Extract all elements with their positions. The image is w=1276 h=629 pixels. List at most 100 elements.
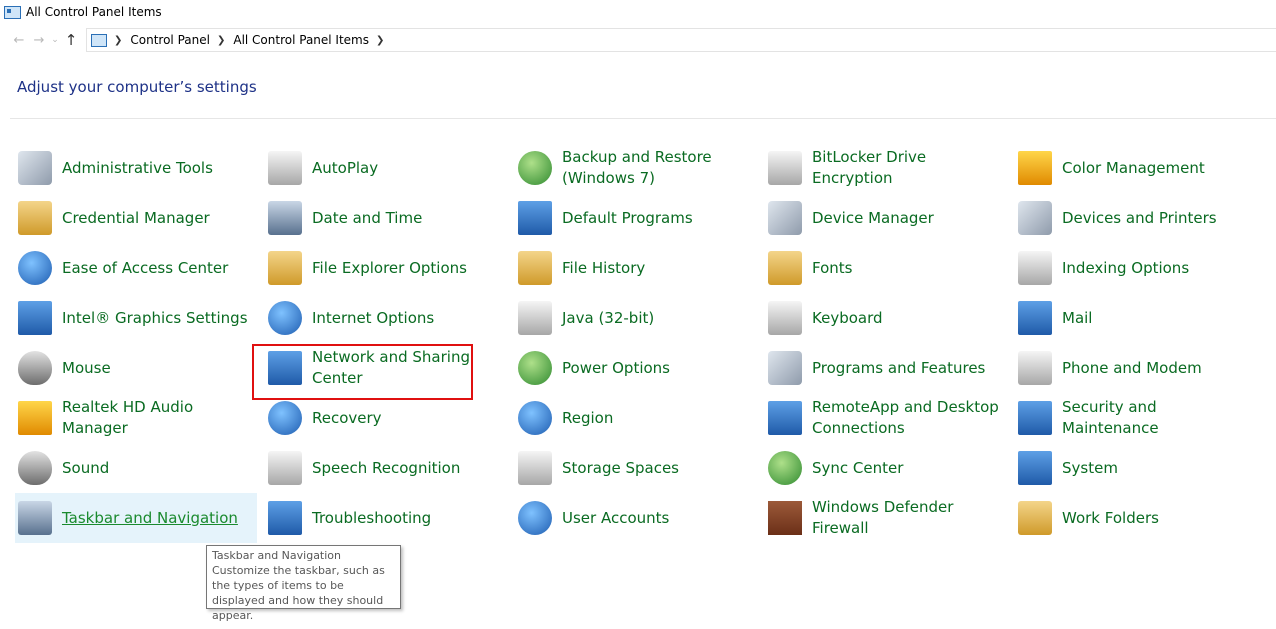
item-file-explorer-options[interactable]: File Explorer Options: [265, 243, 508, 293]
breadcrumb-all-items[interactable]: All Control Panel Items: [233, 33, 369, 47]
item-ease-of-access-center[interactable]: Ease of Access Center: [15, 243, 258, 293]
item-power-options[interactable]: Power Options: [515, 343, 758, 393]
programs-icon: [768, 351, 802, 385]
item-user-accounts[interactable]: User Accounts: [515, 493, 758, 543]
item-date-and-time[interactable]: Date and Time: [265, 193, 508, 243]
item-programs-and-features[interactable]: Programs and Features: [765, 343, 1008, 393]
item-label: Mouse: [62, 358, 111, 377]
item-label: File Explorer Options: [312, 258, 467, 277]
item-file-history[interactable]: File History: [515, 243, 758, 293]
item-fonts[interactable]: Fonts: [765, 243, 1008, 293]
item-speech-recognition[interactable]: Speech Recognition: [265, 443, 508, 493]
item-keyboard[interactable]: Keyboard: [765, 293, 1008, 343]
tooltip-title: Taskbar and Navigation: [212, 549, 342, 562]
item-label: Troubleshooting: [312, 508, 432, 527]
item-label: Taskbar and Navigation: [62, 508, 238, 527]
speaker-icon: [18, 451, 52, 485]
divider: [10, 118, 1276, 119]
item-autoplay[interactable]: AutoPlay: [265, 143, 508, 193]
item-label: Power Options: [562, 358, 670, 377]
item-bitlocker-drive-encryption[interactable]: BitLocker Drive Encryption: [765, 143, 1008, 193]
control-panel-icon: [4, 5, 21, 19]
item-administrative-tools[interactable]: Administrative Tools: [15, 143, 258, 193]
back-button[interactable]: ←: [9, 30, 29, 50]
item-label: Keyboard: [812, 308, 883, 327]
item-label: BitLocker Drive Encryption: [812, 148, 927, 187]
item-storage-spaces[interactable]: Storage Spaces: [515, 443, 758, 493]
calendar-clock-icon: [268, 201, 302, 235]
autoplay-icon: [268, 151, 302, 185]
item-label: Fonts: [812, 258, 853, 277]
item-label: Date and Time: [312, 208, 423, 227]
mail-icon: [1018, 301, 1052, 335]
item-system[interactable]: System: [1015, 443, 1258, 493]
item-sound[interactable]: Sound: [15, 443, 258, 493]
java-icon: [518, 301, 552, 335]
forward-button[interactable]: →: [29, 30, 49, 50]
item-default-programs[interactable]: Default Programs: [515, 193, 758, 243]
item-label: RemoteApp and Desktop Connections: [812, 398, 999, 437]
item-device-manager[interactable]: Device Manager: [765, 193, 1008, 243]
item-java-32-bit[interactable]: Java (32-bit): [515, 293, 758, 343]
item-label: Color Management: [1062, 158, 1205, 177]
breadcrumb-chevron-icon[interactable]: ❯: [376, 35, 384, 46]
breadcrumb-control-panel[interactable]: Control Panel: [130, 33, 210, 47]
item-label: Phone and Modem: [1062, 358, 1202, 377]
phone-modem-icon: [1018, 351, 1052, 385]
title-bar: All Control Panel Items: [0, 0, 1276, 24]
item-color-management[interactable]: Color Management: [1015, 143, 1258, 193]
item-label: Internet Options: [312, 308, 435, 327]
credential-vault-icon: [18, 201, 52, 235]
item-sync-center[interactable]: Sync Center: [765, 443, 1008, 493]
up-button[interactable]: ↑: [61, 30, 81, 50]
item-work-folders[interactable]: Work Folders: [1015, 493, 1258, 543]
item-realtek-hd-audio-manager[interactable]: Realtek HD Audio Manager: [15, 393, 258, 443]
item-label: Speech Recognition: [312, 458, 461, 477]
item-label: Indexing Options: [1062, 258, 1190, 277]
item-label: Security and Maintenance: [1062, 398, 1159, 437]
item-backup-and-restore-windows-7[interactable]: Backup and Restore (Windows 7): [515, 143, 758, 193]
item-label: System: [1062, 458, 1118, 477]
item-indexing-options[interactable]: Indexing Options: [1015, 243, 1258, 293]
item-devices-and-printers[interactable]: Devices and Printers: [1015, 193, 1258, 243]
item-label: Default Programs: [562, 208, 693, 227]
item-label: Recovery: [312, 408, 382, 427]
item-label: Java (32-bit): [562, 308, 655, 327]
mouse-icon: [18, 351, 52, 385]
power-icon: [518, 351, 552, 385]
address-bar[interactable]: ❯ Control Panel ❯ All Control Panel Item…: [86, 28, 1276, 52]
item-security-and-maintenance[interactable]: Security and Maintenance: [1015, 393, 1258, 443]
item-region[interactable]: Region: [515, 393, 758, 443]
item-taskbar-and-navigation[interactable]: Taskbar and Navigation: [15, 493, 257, 543]
item-internet-options[interactable]: Internet Options: [265, 293, 508, 343]
printer-icon: [1018, 201, 1052, 235]
item-mail[interactable]: Mail: [1015, 293, 1258, 343]
keyboard-icon: [768, 301, 802, 335]
item-label: AutoPlay: [312, 158, 379, 177]
item-mouse[interactable]: Mouse: [15, 343, 258, 393]
breadcrumb-chevron-icon[interactable]: ❯: [114, 35, 122, 46]
color-management-icon: [1018, 151, 1052, 185]
item-credential-manager[interactable]: Credential Manager: [15, 193, 258, 243]
globe-checklist-icon: [268, 301, 302, 335]
bitlocker-key-icon: [768, 151, 802, 185]
item-troubleshooting[interactable]: Troubleshooting: [265, 493, 508, 543]
fonts-folder-icon: [768, 251, 802, 285]
microphone-icon: [268, 451, 302, 485]
tooltip: Taskbar and Navigation Customize the tas…: [206, 545, 401, 622]
item-remoteapp-and-desktop-connections[interactable]: RemoteApp and Desktop Connections: [765, 393, 1008, 443]
sync-icon: [768, 451, 802, 485]
control-panel-icon: [91, 33, 107, 47]
item-phone-and-modem[interactable]: Phone and Modem: [1015, 343, 1258, 393]
item-label: User Accounts: [562, 508, 670, 527]
gears-checklist-icon: [18, 151, 52, 185]
breadcrumb-chevron-icon[interactable]: ❯: [217, 35, 225, 46]
item-label: Intel® Graphics Settings: [62, 308, 248, 327]
item-windows-defender-firewall[interactable]: Windows Defender Firewall: [765, 493, 1008, 543]
item-label: Windows Defender Firewall: [812, 498, 954, 537]
recent-locations-button[interactable]: ⌄: [49, 30, 61, 50]
indexing-icon: [1018, 251, 1052, 285]
item-recovery[interactable]: Recovery: [265, 393, 508, 443]
navigation-row: ← → ⌄ ↑ ❯ Control Panel ❯ All Control Pa…: [0, 28, 1276, 52]
item-intel-graphics-settings[interactable]: Intel® Graphics Settings: [15, 293, 258, 343]
